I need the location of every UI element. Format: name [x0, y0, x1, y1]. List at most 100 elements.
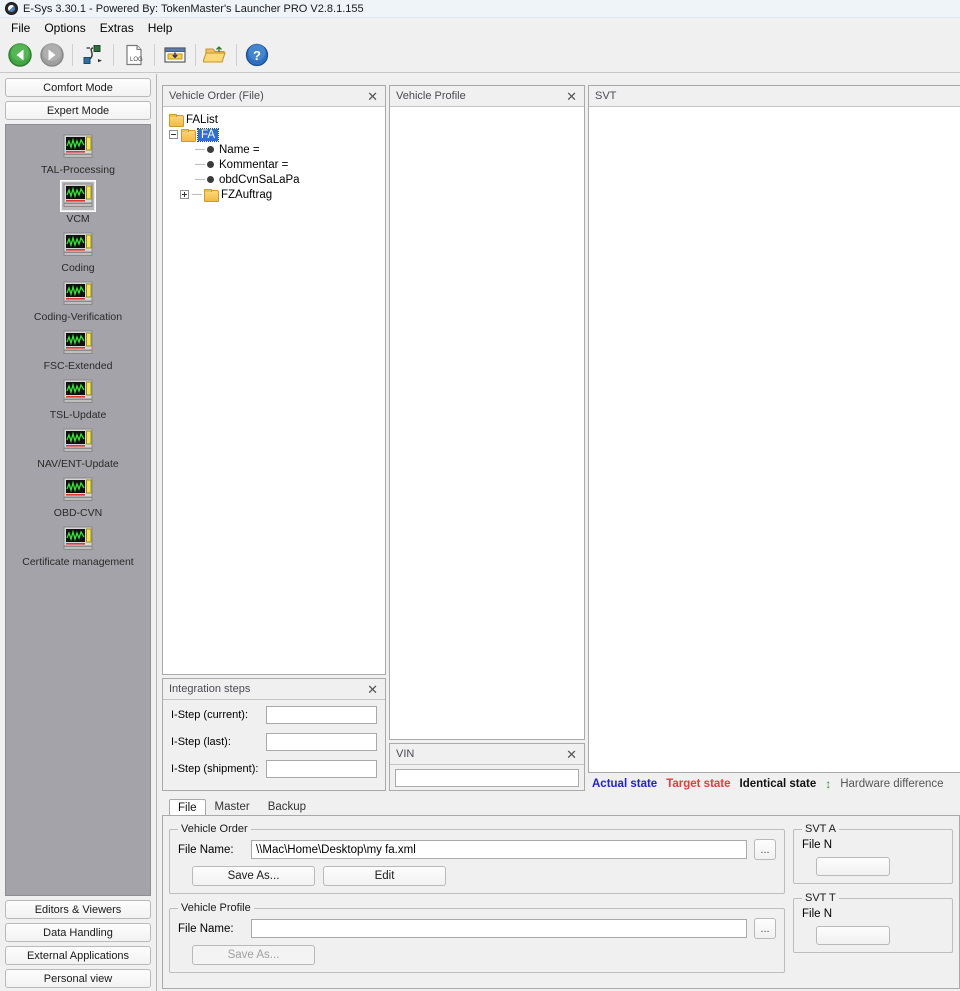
vin-body [390, 765, 584, 790]
tab-backup[interactable]: Backup [259, 798, 315, 815]
svt-body[interactable] [589, 107, 960, 772]
vehicle-order-browse-button[interactable]: ... [754, 839, 776, 860]
data-handling-button[interactable]: Data Handling [5, 923, 151, 942]
folder-icon [169, 114, 182, 125]
sidebar-item-label: VCM [66, 213, 89, 225]
tab-master[interactable]: Master [206, 798, 259, 815]
vehicle-order-file-row: File Name: \\Mac\Home\Desktop\my fa.xml … [178, 839, 776, 860]
sidebar-item-certificate-management[interactable]: Certificate management [6, 523, 150, 568]
svt-panel: SVT [588, 85, 960, 773]
svt-target-file-label: File N [802, 908, 850, 920]
expert-mode-button[interactable]: Expert Mode [5, 101, 151, 120]
svt-target-group-legend: SVT T [802, 892, 839, 904]
toolbar-separator [236, 44, 237, 66]
istep-current-input[interactable] [266, 706, 377, 724]
help-button[interactable]: ? [242, 40, 272, 70]
updown-arrows-icon: ↕ [825, 777, 831, 791]
svt-actual-group-legend: SVT A [802, 823, 839, 835]
vin-header: VIN ✕ [390, 744, 584, 765]
vehicle-profile-file-input[interactable] [251, 919, 747, 938]
external-applications-button[interactable]: External Applications [5, 946, 151, 965]
expand-plus-icon[interactable] [180, 190, 189, 199]
folder-icon [204, 189, 217, 200]
istep-current-label: I-Step (current): [171, 709, 266, 721]
vehicle-profile-panel: Vehicle Profile ✕ [389, 85, 585, 740]
menu-extras[interactable]: Extras [93, 19, 141, 37]
vehicle-order-tree[interactable]: FAList FA — Name = — K [163, 107, 385, 207]
istep-last-row: I-Step (last): [171, 733, 377, 751]
sidebar-item-label: NAV/ENT-Update [37, 458, 119, 470]
scope-monitor-icon [60, 278, 96, 310]
sidebar-item-tsl-update[interactable]: TSL-Update [6, 376, 150, 421]
legend-actual-state: Actual state [592, 778, 657, 790]
svt-header: SVT [589, 86, 960, 107]
vehicle-order-buttons: Save As... Edit [178, 866, 776, 886]
sidebar-icon-pane: TAL-Processing VCM [5, 124, 151, 896]
toolbar-separator [195, 44, 196, 66]
load-window-button[interactable] [160, 40, 190, 70]
close-icon[interactable]: ✕ [364, 90, 381, 103]
close-icon[interactable]: ✕ [563, 748, 580, 761]
sidebar-item-tal-processing[interactable]: TAL-Processing [6, 131, 150, 176]
legend-hardware-difference: Hardware difference [840, 778, 943, 790]
editors-viewers-button[interactable]: Editors & Viewers [5, 900, 151, 919]
istep-last-input[interactable] [266, 733, 377, 751]
scope-monitor-icon [60, 229, 96, 261]
istep-shipment-label: I-Step (shipment): [171, 763, 266, 775]
tab-file[interactable]: File [169, 799, 206, 816]
back-button[interactable] [5, 40, 35, 70]
panel-title: Vehicle Order (File) [169, 90, 364, 102]
file-tab-left-column: Vehicle Order File Name: \\Mac\Home\Desk… [169, 823, 785, 981]
tree-node[interactable]: — Name = [167, 142, 381, 157]
vehicle-order-file-input[interactable]: \\Mac\Home\Desktop\my fa.xml [251, 840, 747, 859]
sidebar-item-coding[interactable]: Coding [6, 229, 150, 274]
istep-shipment-input[interactable] [266, 760, 377, 778]
scope-monitor-icon [60, 327, 96, 359]
tree-node[interactable]: — Kommentar = [167, 157, 381, 172]
close-icon[interactable]: ✕ [364, 683, 381, 696]
scope-monitor-icon [60, 474, 96, 506]
collapse-minus-icon[interactable] [169, 130, 178, 139]
vehicle-profile-browse-button[interactable]: ... [754, 918, 776, 939]
comfort-mode-button[interactable]: Comfort Mode [5, 78, 151, 97]
open-folder-button[interactable] [201, 40, 231, 70]
vehicle-profile-save-as-button[interactable]: Save As... [192, 945, 315, 965]
bullet-icon [207, 161, 214, 168]
panel-title: SVT [595, 90, 960, 102]
vehicle-order-save-as-button[interactable]: Save As... [192, 866, 315, 886]
menu-file[interactable]: File [4, 19, 37, 37]
sidebar-item-label: Coding-Verification [34, 311, 122, 323]
log-file-button[interactable]: LOG [119, 40, 149, 70]
svt-target-save-as-button[interactable] [816, 926, 890, 945]
vehicle-profile-group-legend: Vehicle Profile [178, 902, 254, 914]
title-bar: E-Sys 3.30.1 - Powered By: TokenMaster's… [0, 0, 960, 18]
vin-input[interactable] [395, 769, 579, 787]
window-title: E-Sys 3.30.1 - Powered By: TokenMaster's… [23, 3, 364, 15]
integration-steps-header: Integration steps ✕ [163, 679, 385, 700]
vehicle-order-edit-button[interactable]: Edit [323, 866, 446, 886]
folder-icon [181, 129, 194, 140]
sidebar-item-coding-verification[interactable]: Coding-Verification [6, 278, 150, 323]
sidebar-item-label: Coding [61, 262, 94, 274]
personal-view-button[interactable]: Personal view [5, 969, 151, 988]
tree-node[interactable]: — obdCvnSaLaPa [167, 172, 381, 187]
tree-node[interactable]: FAList [167, 112, 381, 127]
svt-actual-save-as-button[interactable] [816, 857, 890, 876]
menu-options[interactable]: Options [37, 19, 92, 37]
sidebar-item-vcm[interactable]: VCM [6, 180, 150, 225]
sidebar-item-fsc-extended[interactable]: FSC-Extended [6, 327, 150, 372]
tree-node[interactable]: FA [167, 127, 381, 142]
vehicle-order-body[interactable]: FAList FA — Name = — K [163, 107, 385, 674]
scope-monitor-icon [60, 425, 96, 457]
bottom-tab-area: File Master Backup Vehicle Order File Na… [162, 797, 960, 989]
vehicle-profile-body[interactable] [390, 107, 584, 739]
sidebar-item-obd-cvn[interactable]: OBD-CVN [6, 474, 150, 519]
menu-help[interactable]: Help [141, 19, 180, 37]
forward-button[interactable] [37, 40, 67, 70]
close-icon[interactable]: ✕ [563, 90, 580, 103]
sidebar-item-nav-ent-update[interactable]: NAV/ENT-Update [6, 425, 150, 470]
tree-node[interactable]: — FZAuftrag [167, 187, 381, 202]
tree-connector: — [195, 159, 207, 170]
connection-button[interactable] [78, 40, 108, 70]
panel-title: VIN [396, 748, 563, 760]
